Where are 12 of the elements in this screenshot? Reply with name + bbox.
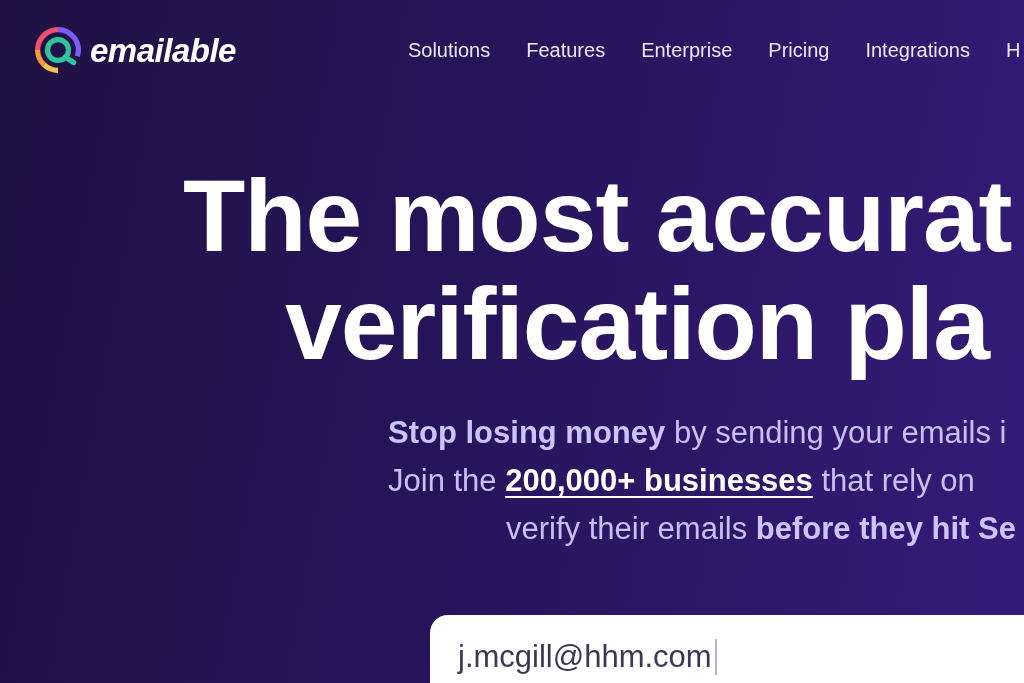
nav-link[interactable]: Pricing: [768, 40, 830, 60]
logo-icon: [35, 27, 81, 73]
hero-headline: The most accurat verification pla: [182, 162, 1013, 378]
hero-subtitle: Stop losing money by sending your emails i Join the 200,000+ businesses that rely on verify their emails before they hit Se: [387, 414, 1017, 548]
nav-link[interactable]: Features: [526, 40, 606, 60]
businesses-link[interactable]: 200,000+ businesses: [505, 463, 813, 498]
email-input[interactable]: j.mcgill@hhm.com: [430, 615, 1024, 683]
nav-link[interactable]: Enterprise: [641, 40, 733, 60]
nav-link[interactable]: H: [1005, 40, 1021, 60]
nav-link[interactable]: Integrations: [865, 40, 970, 60]
nav-link[interactable]: Solutions: [407, 40, 491, 60]
logo-wordmark[interactable]: emailable: [90, 33, 236, 67]
